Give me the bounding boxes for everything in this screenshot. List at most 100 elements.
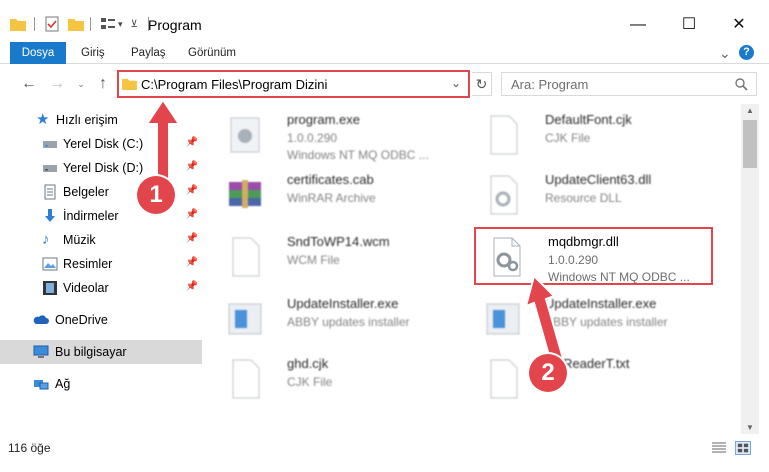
scroll-up-icon[interactable]: ▲ (746, 106, 754, 115)
title-bar: ▾ ⊻ Program — ☐ ✕ (0, 0, 769, 46)
sidebar-item-network[interactable]: Ağ (0, 372, 202, 396)
sidebar-item-videos[interactable]: Videolar 📌 (0, 276, 202, 300)
search-placeholder: Ara: Program (511, 77, 589, 92)
view-options-icon[interactable] (100, 17, 116, 31)
sidebar-item-label: Videolar (63, 281, 109, 295)
file-type: WCM File (287, 253, 340, 267)
step-marker-1: 1 (137, 176, 175, 214)
highlight-box (474, 227, 713, 285)
sidebar-item-music[interactable]: ♪ Müzik 📌 (0, 228, 202, 252)
qa-dropdown-icon[interactable]: ▾ (118, 19, 123, 30)
file-name: certificates.cab (287, 172, 374, 187)
file-type: WinRAR Archive (287, 191, 376, 205)
folder-icon (122, 78, 137, 90)
file-name: DefaultFont.cjk (545, 112, 632, 127)
pin-icon[interactable]: 📌 (186, 233, 198, 244)
document-file-icon (232, 237, 260, 277)
scroll-down-icon[interactable]: ▼ (746, 423, 754, 432)
file-item[interactable]: UpdateInstaller.exe ABBY updates install… (473, 290, 723, 348)
expand-ribbon-icon[interactable]: ⌄ (719, 42, 731, 64)
document-file-icon (232, 359, 260, 399)
minimize-button[interactable]: — (615, 10, 661, 40)
file-item[interactable]: program.exe 1.0.0.290 Windows NT MQ ODBC… (215, 106, 465, 164)
computer-icon (33, 345, 49, 358)
file-item[interactable]: SndToWP14.wcm WCM File (215, 228, 465, 286)
sidebar-item-label: OneDrive (55, 313, 108, 327)
file-item[interactable]: UpdateInstaller.exe ABBY updates install… (215, 290, 465, 348)
sidebar-item-label: Yerel Disk (D:) (63, 161, 144, 175)
star-icon: ★ (36, 111, 50, 128)
file-item[interactable]: ghd.cjk CJK File (215, 350, 465, 408)
file-description: Windows NT MQ ODBC ... (287, 148, 429, 162)
help-icon[interactable]: ? (739, 45, 754, 60)
address-bar[interactable]: C:\Program Files\Program Dizini ⌄ (117, 70, 470, 98)
file-name: UpdateClient63.dll (545, 172, 652, 187)
sidebar-item-pictures[interactable]: Resimler 📌 (0, 252, 202, 276)
tab-dosya[interactable]: Dosya (10, 42, 66, 64)
back-button[interactable]: ← (18, 73, 40, 95)
tab-gorunum[interactable]: Görünüm (188, 42, 236, 64)
pin-icon[interactable]: 📌 (186, 257, 198, 268)
file-type: CJK File (545, 131, 591, 145)
properties-icon[interactable] (44, 16, 60, 32)
pictures-icon (42, 257, 58, 271)
drive-icon (43, 165, 57, 172)
sidebar-item-label: İndirmeler (63, 209, 119, 223)
search-icon (735, 78, 748, 91)
folder-icon[interactable] (10, 17, 26, 31)
file-item[interactable]: h...ReaderT.txt (473, 350, 723, 408)
address-row: ← → ⌄ ↑ C:\Program Files\Program Dizini … (0, 64, 769, 102)
file-item[interactable]: UpdateClient63.dll Resource DLL (473, 166, 723, 224)
sidebar-item-label: Resimler (63, 257, 113, 271)
installer-file-icon (486, 303, 520, 335)
installer-file-icon (228, 303, 262, 335)
new-folder-icon[interactable] (68, 17, 84, 31)
download-icon (45, 209, 55, 222)
sidebar-item-label: Hızlı erişim (56, 113, 118, 127)
item-count: 116 öğe (8, 441, 51, 455)
address-path[interactable]: C:\Program Files\Program Dizini (141, 77, 327, 92)
scrollbar-thumb[interactable] (743, 120, 757, 168)
pin-icon[interactable]: 📌 (186, 209, 198, 220)
sidebar-item-onedrive[interactable]: OneDrive (0, 308, 202, 332)
sidebar-item-label: Yerel Disk (C:) (63, 137, 144, 151)
quick-access-toolbar: ▾ ⊻ (10, 14, 158, 34)
maximize-button[interactable]: ☐ (666, 10, 712, 40)
recent-locations-icon[interactable]: ⌄ (70, 73, 92, 95)
ribbon-tabs: Dosya Giriş Paylaş Görünüm ⌄ ? (0, 42, 769, 64)
tab-paylas[interactable]: Paylaş (131, 42, 166, 64)
file-version: 1.0.0.290 (287, 131, 338, 145)
cloud-icon (33, 315, 49, 324)
up-button[interactable]: ↑ (92, 73, 114, 95)
file-item[interactable]: DefaultFont.cjk CJK File (473, 106, 723, 164)
file-type: Resource DLL (545, 191, 622, 205)
file-name: UpdateInstaller.exe (287, 296, 399, 311)
close-button[interactable]: ✕ (716, 10, 762, 40)
sidebar-item-label: Ağ (55, 377, 71, 391)
window-title: Program (148, 17, 202, 33)
search-input[interactable]: Ara: Program (501, 72, 757, 96)
large-icons-view-icon[interactable] (735, 441, 751, 455)
tab-giris[interactable]: Giriş (81, 42, 105, 64)
file-type: CJK File (287, 375, 333, 389)
music-icon: ♪ (42, 231, 50, 248)
documents-icon (44, 184, 56, 200)
pin-icon[interactable]: 📌 (186, 281, 198, 292)
step-marker-2: 2 (529, 354, 567, 392)
customize-qa-icon[interactable]: ⊻ (131, 19, 138, 30)
address-dropdown-icon[interactable]: ⌄ (451, 76, 461, 90)
sidebar-item-label: Müzik (63, 233, 96, 247)
file-item[interactable]: certificates.cab WinRAR Archive (215, 166, 465, 224)
network-icon (34, 380, 49, 390)
forward-button[interactable]: → (46, 73, 68, 95)
file-type: ABBY updates installer (287, 315, 410, 329)
document-file-icon (490, 359, 518, 399)
video-icon (43, 281, 57, 295)
file-name: SndToWP14.wcm (287, 234, 390, 249)
file-name: ghd.cjk (287, 356, 329, 371)
status-bar: 116 öğe (0, 436, 769, 460)
vertical-scrollbar[interactable]: ▲ ▼ (741, 104, 759, 434)
refresh-button[interactable]: ↻ (472, 72, 492, 96)
details-view-icon[interactable] (712, 442, 726, 454)
sidebar-item-this-pc[interactable]: Bu bilgisayar (0, 340, 202, 364)
